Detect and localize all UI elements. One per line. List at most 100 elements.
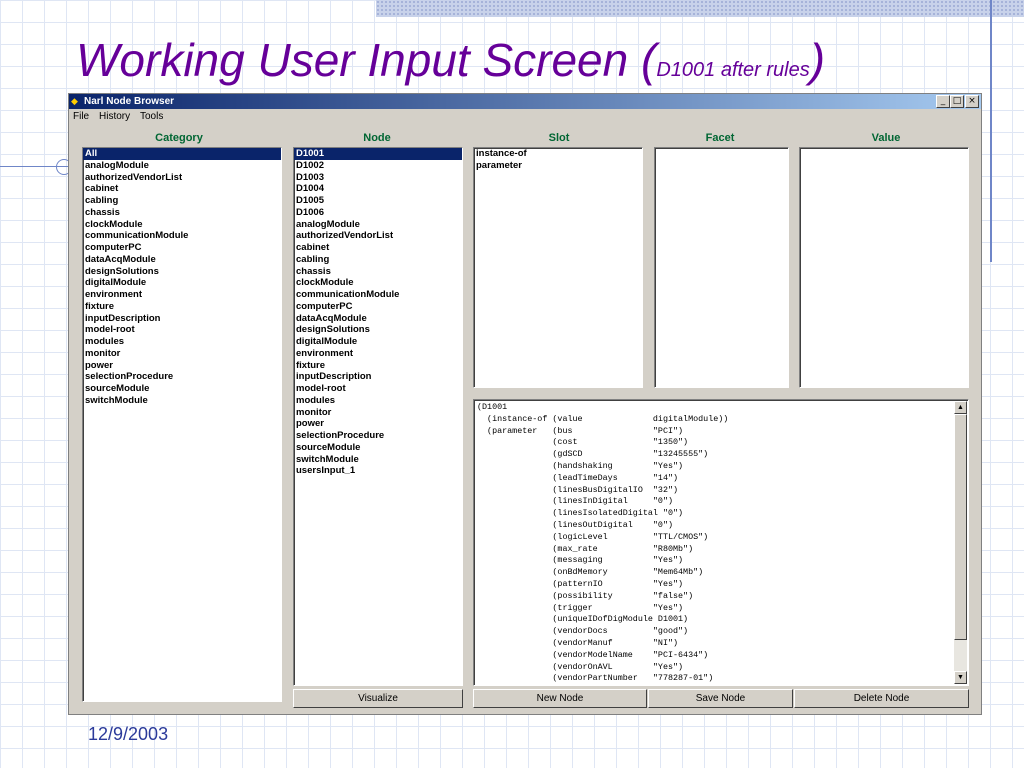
node-list-item[interactable]: monitor <box>294 407 462 419</box>
node-list-item[interactable]: analogModule <box>294 219 462 231</box>
slot-list-item[interactable]: parameter <box>474 160 642 172</box>
category-list-item[interactable]: modules <box>83 336 281 348</box>
category-list-item[interactable]: All <box>83 148 281 160</box>
node-list-item[interactable]: sourceModule <box>294 442 462 454</box>
node-list-item[interactable]: inputDescription <box>294 371 462 383</box>
category-list-item[interactable]: fixture <box>83 301 281 313</box>
node-list-item[interactable]: selectionProcedure <box>294 430 462 442</box>
slot-list[interactable]: instance-of parameter <box>473 147 643 388</box>
decorative-line <box>990 0 992 262</box>
visualize-button[interactable]: Visualize <box>293 689 463 708</box>
category-list-item[interactable]: computerPC <box>83 242 281 254</box>
category-list-item[interactable]: inputDescription <box>83 313 281 325</box>
node-detail-text-area[interactable]: (D1001 (instance-of (value digitalModule… <box>473 399 969 686</box>
detail-text-line: (linesIsolatedDigital "0") <box>477 508 684 519</box>
node-list-item[interactable]: clockModule <box>294 277 462 289</box>
node-list[interactable]: D1001 D1002 D1003 D1004 D1005 D1006 analogModu… <box>293 147 463 686</box>
category-list-item[interactable]: power <box>83 360 281 372</box>
category-list-item[interactable]: digitalModule <box>83 277 281 289</box>
value-list[interactable] <box>799 147 969 388</box>
node-list-item[interactable]: D1005 <box>294 195 462 207</box>
menu-file[interactable]: File <box>73 111 89 122</box>
slot-list-item[interactable]: instance-of <box>474 148 642 160</box>
node-list-item[interactable]: computerPC <box>294 301 462 313</box>
node-list-item[interactable]: D1006 <box>294 207 462 219</box>
node-list-item[interactable]: digitalModule <box>294 336 462 348</box>
node-list-item[interactable]: designSolutions <box>294 324 462 336</box>
save-node-button[interactable]: Save Node <box>648 689 793 708</box>
category-list-item[interactable]: cabling <box>83 195 281 207</box>
scroll-down-arrow-icon[interactable]: ▼ <box>954 671 967 684</box>
node-list-item[interactable]: power <box>294 418 462 430</box>
scroll-thumb[interactable] <box>954 414 967 640</box>
maximize-button[interactable]: □ <box>950 95 964 108</box>
minimize-button[interactable]: _ <box>936 95 950 108</box>
node-list-item[interactable]: D1001 <box>294 148 462 160</box>
category-list-item[interactable]: monitor <box>83 348 281 360</box>
menu-tools[interactable]: Tools <box>140 111 163 122</box>
header-band <box>376 0 1024 17</box>
node-list-item[interactable]: model-root <box>294 383 462 395</box>
detail-text-line: (uniqueIDofDigModule D1001) <box>477 614 689 625</box>
category-list-item[interactable]: dataAcqModule <box>83 254 281 266</box>
category-header: Category <box>155 132 203 144</box>
title-subtitle: D1001 after rules <box>656 59 810 81</box>
node-list-item[interactable]: authorizedVendorList <box>294 230 462 242</box>
category-list-item[interactable]: sourceModule <box>83 383 281 395</box>
node-list-item[interactable]: dataAcqModule <box>294 313 462 325</box>
category-list-item[interactable]: environment <box>83 289 281 301</box>
category-list-item[interactable]: analogModule <box>83 160 281 172</box>
category-list-item[interactable]: chassis <box>83 207 281 219</box>
category-list-item[interactable]: communicationModule <box>83 230 281 242</box>
node-list-item[interactable]: modules <box>294 395 462 407</box>
node-list-item[interactable]: fixture <box>294 360 462 372</box>
node-list-item[interactable]: environment <box>294 348 462 360</box>
delete-node-button[interactable]: Delete Node <box>794 689 969 708</box>
detail-text-line: (instance-of (value digitalModule)) <box>477 413 729 424</box>
new-node-button[interactable]: New Node <box>473 689 647 708</box>
title-close: ) <box>809 34 826 86</box>
category-list-item[interactable]: cabinet <box>83 183 281 195</box>
node-list-item[interactable]: D1002 <box>294 160 462 172</box>
menu-bar: File History Tools <box>69 110 981 124</box>
category-list-item[interactable]: authorizedVendorList <box>83 172 281 184</box>
detail-scrollbar[interactable]: ▲ ▼ <box>954 401 967 684</box>
node-list-item[interactable]: cabling <box>294 254 462 266</box>
slide-date: 12/9/2003 <box>88 724 169 744</box>
facet-list[interactable] <box>654 147 789 388</box>
value-header: Value <box>871 132 901 144</box>
category-list-item[interactable]: clockModule <box>83 219 281 231</box>
category-list[interactable]: All analogModule authorizedVendorList cabin… <box>82 147 282 702</box>
category-list-item[interactable]: switchModule <box>83 395 281 407</box>
detail-text-line: (linesInDigital "0") <box>477 496 674 507</box>
detail-text-line: (patternIO "Yes") <box>477 578 684 589</box>
node-list-item[interactable]: communicationModule <box>294 289 462 301</box>
detail-text-line: (messaging "Yes") <box>477 555 684 566</box>
menu-history[interactable]: History <box>99 111 130 122</box>
detail-text-line: (logicLevel "TTL/CMOS") <box>477 531 709 542</box>
category-list-item[interactable]: model-root <box>83 324 281 336</box>
slide-title: Working User Input Screen (D1001 after r… <box>76 30 825 100</box>
scroll-up-arrow-icon[interactable]: ▲ <box>954 401 967 414</box>
node-list-item[interactable]: usersInput_1 <box>294 465 462 477</box>
category-list-item[interactable]: selectionProcedure <box>83 371 281 383</box>
title-bar[interactable]: ◆ Narl Node Browser _ □ × <box>69 94 981 109</box>
detail-text-line: (cost "1350") <box>477 437 689 448</box>
detail-text-line: (handshaking "Yes") <box>477 460 684 471</box>
detail-text-line: (linesBusDigitalIO "32") <box>477 484 679 495</box>
node-list-item[interactable]: D1003 <box>294 172 462 184</box>
close-button[interactable]: × <box>965 95 979 108</box>
detail-text-line: (D1001 <box>477 402 508 412</box>
category-list-item[interactable]: designSolutions <box>83 266 281 278</box>
app-icon: ◆ <box>71 96 78 106</box>
node-list-item[interactable]: cabinet <box>294 242 462 254</box>
node-list-item[interactable]: chassis <box>294 266 462 278</box>
detail-text-line: (trigger "Yes") <box>477 602 684 613</box>
node-list-item[interactable]: switchModule <box>294 454 462 466</box>
node-list-item[interactable]: D1004 <box>294 183 462 195</box>
detail-text-line: (vendorOnAVL "Yes") <box>477 661 684 672</box>
detail-text-line: (gdSCD "13245555") <box>477 449 709 460</box>
detail-text-line: (max_rate "R80Mb") <box>477 543 694 554</box>
detail-text-line: (vendorPartNumber "778287-01") <box>477 673 714 684</box>
detail-text-line: (onBdMemory "Mem64Mb") <box>477 567 704 578</box>
